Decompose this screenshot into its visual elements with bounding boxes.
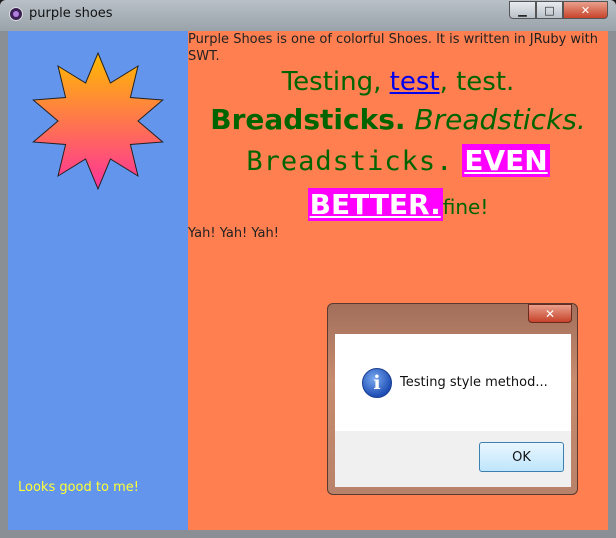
fine-text: fine! xyxy=(442,195,489,219)
app-icon xyxy=(9,7,23,21)
window-title: purple shoes xyxy=(29,6,113,21)
dialog-close-button[interactable]: ✕ xyxy=(528,304,572,323)
bold-breadsticks: Breadsticks. xyxy=(210,103,406,136)
window-controls: ▁ □ ✕ xyxy=(509,1,608,20)
test-link[interactable]: test xyxy=(390,67,440,97)
left-panel: Looks good to me! xyxy=(8,31,188,530)
title-bar[interactable]: purple shoes ▁ □ ✕ xyxy=(0,0,616,31)
dialog-body: i Testing style method... xyxy=(335,334,571,431)
breadsticks-line: Breadsticks. Breadsticks. xyxy=(188,103,608,136)
maximize-button[interactable]: □ xyxy=(536,1,563,19)
better-line: BETTER. fine! xyxy=(188,188,608,221)
ok-button[interactable]: OK xyxy=(479,442,564,472)
dialog-message: Testing style method... xyxy=(400,375,548,390)
better-highlight: BETTER. xyxy=(307,188,443,221)
minimize-button[interactable]: ▁ xyxy=(509,1,536,19)
mono-breadsticks: Breadsticks. xyxy=(246,146,454,177)
info-icon: i xyxy=(362,368,392,398)
message-dialog: ✕ i Testing style method... OK xyxy=(327,303,578,495)
mono-line: Breadsticks. EVEN xyxy=(188,144,608,177)
testing-line: Testing, test, test. xyxy=(188,67,608,97)
close-button[interactable]: ✕ xyxy=(563,1,608,19)
testing-tail: , test. xyxy=(439,67,515,97)
intro-paragraph: Purple Shoes is one of colorful Shoes. I… xyxy=(188,32,598,64)
looks-good-text: Looks good to me! xyxy=(18,480,139,495)
dialog-footer: OK xyxy=(335,431,571,487)
yah-text: Yah! Yah! Yah! xyxy=(188,226,279,241)
italic-breadsticks: Breadsticks. xyxy=(414,103,586,136)
even-highlight: EVEN xyxy=(462,144,550,177)
testing-text: Testing, xyxy=(281,67,390,97)
app-window: purple shoes ▁ □ ✕ Looks good to me! Pur… xyxy=(0,0,616,538)
star-shape xyxy=(32,51,164,191)
